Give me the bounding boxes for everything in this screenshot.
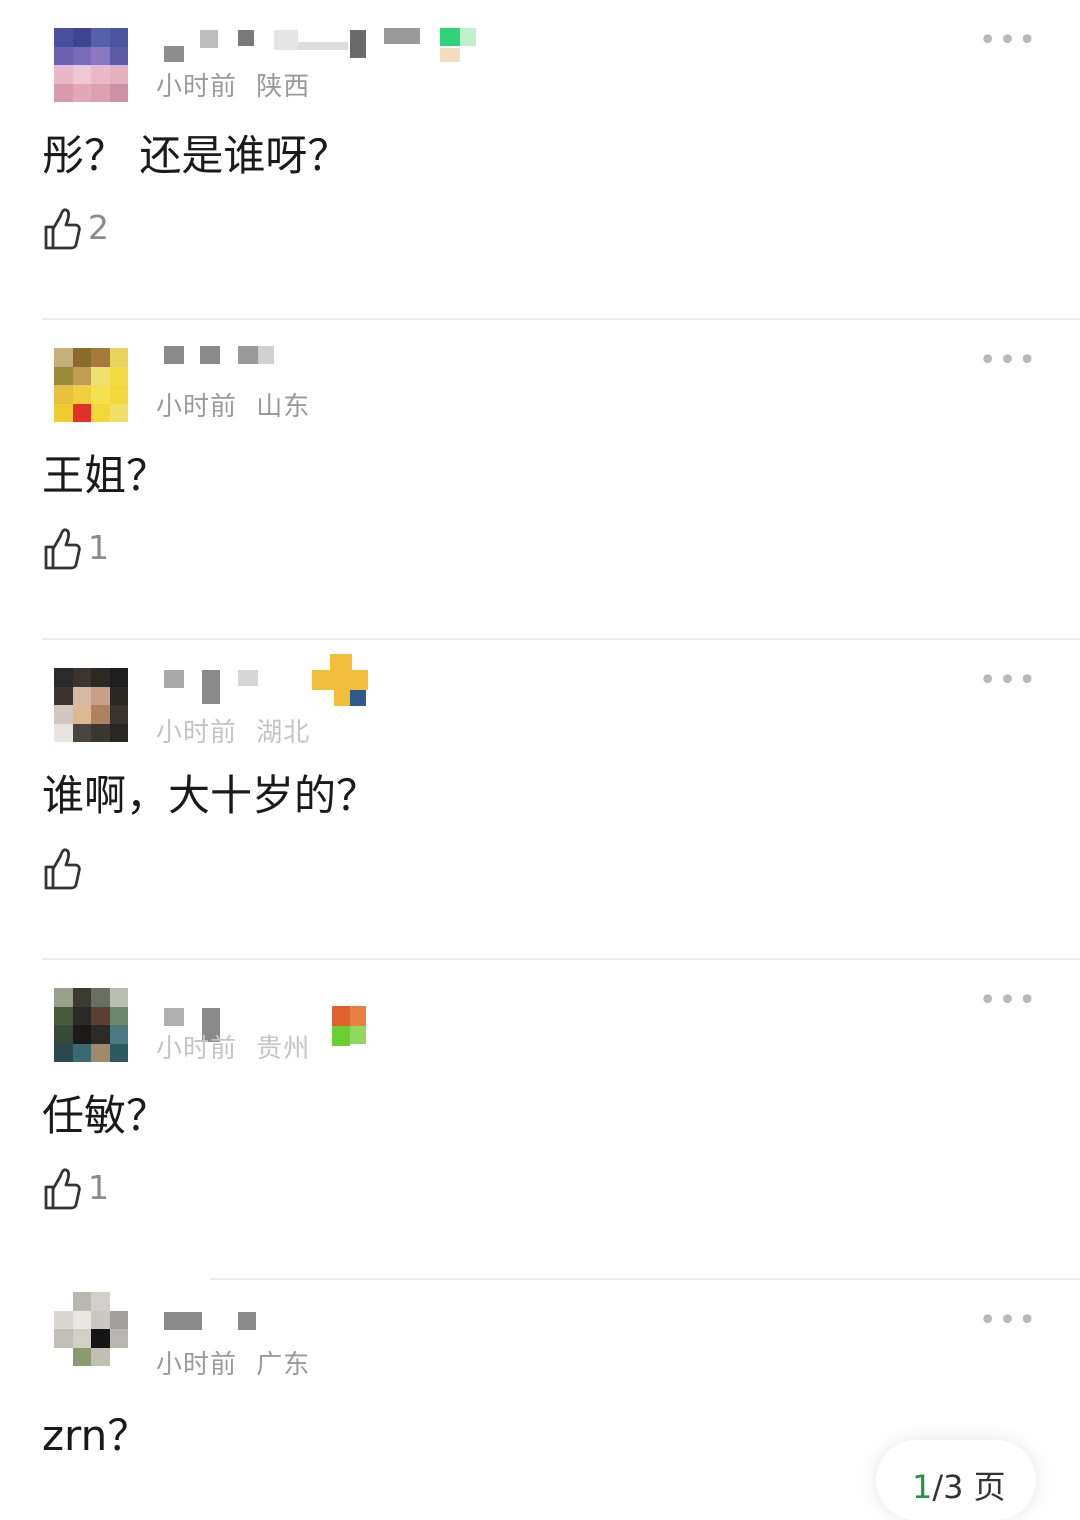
current-page: 1	[912, 1468, 933, 1506]
username-redacted[interactable]	[164, 654, 484, 706]
comment-item: 小时前 湖北 ••• 谁啊，大十岁的？	[0, 640, 1080, 960]
username-redacted[interactable]	[164, 1306, 484, 1346]
like-count: 1	[88, 527, 109, 567]
comment-time: 小时前	[156, 72, 238, 102]
comment-item: 小时前 贵州 ••• 任敏？ 1	[0, 960, 1080, 1280]
avatar[interactable]	[54, 28, 128, 102]
comment-meta: 小时前 湖北	[156, 712, 310, 749]
more-dots-icon[interactable]: •••	[979, 1306, 1038, 1336]
comment-time: 小时前	[156, 1034, 238, 1064]
comment-time: 小时前	[156, 718, 238, 748]
comment-item: 小时前 山东 ••• 王姐？ 1	[0, 320, 1080, 640]
total-pages: /3 页	[932, 1468, 1006, 1506]
comment-location: 陕西	[256, 72, 311, 102]
avatar[interactable]	[54, 1292, 128, 1366]
comment-meta: 小时前 贵州	[156, 1028, 310, 1065]
like-button[interactable]: 1	[42, 1166, 109, 1212]
comment-meta: 小时前 广东	[156, 1344, 310, 1381]
comment-meta: 小时前 陕西	[156, 66, 310, 103]
thumbs-up-icon	[44, 848, 81, 890]
avatar[interactable]	[54, 348, 128, 422]
comment-item: 小时前 陕西 ••• 彤？ 还是谁呀？ 2	[0, 0, 1080, 320]
like-button[interactable]	[42, 846, 88, 892]
comment-text: 王姐？	[42, 451, 169, 500]
more-dots-icon[interactable]: •••	[979, 986, 1038, 1016]
comment-location: 山东	[256, 392, 311, 422]
page-indicator-text: 1/3 页	[912, 1462, 1006, 1508]
username-redacted[interactable]	[164, 986, 484, 1046]
comment-text: zrn？	[42, 1411, 150, 1460]
comment-time: 小时前	[156, 392, 238, 422]
username-redacted[interactable]	[164, 26, 484, 66]
more-dots-icon[interactable]: •••	[979, 346, 1038, 376]
comment-location: 广东	[256, 1350, 311, 1380]
more-dots-icon[interactable]: •••	[979, 26, 1038, 56]
comment-text: 任敏？	[42, 1091, 169, 1140]
comment-location: 贵州	[256, 1034, 311, 1064]
like-count: 2	[88, 207, 109, 247]
comment-text: 彤？ 还是谁呀？	[42, 131, 350, 180]
comment-location: 湖北	[256, 718, 311, 748]
username-redacted[interactable]	[164, 346, 484, 386]
more-dots-icon[interactable]: •••	[979, 666, 1038, 696]
thumbs-up-icon	[44, 1168, 81, 1210]
like-count: 1	[88, 1167, 109, 1207]
avatar[interactable]	[54, 668, 128, 742]
like-button[interactable]: 1	[42, 526, 109, 572]
thumbs-up-icon	[44, 528, 81, 570]
comment-time: 小时前	[156, 1350, 238, 1380]
thumbs-up-icon	[44, 208, 81, 250]
avatar[interactable]	[54, 988, 128, 1062]
like-button[interactable]: 2	[42, 206, 109, 252]
page-indicator[interactable]: 1/3 页	[876, 1440, 1036, 1520]
comment-meta: 小时前 山东	[156, 386, 310, 423]
comment-text: 谁啊，大十岁的？	[42, 771, 379, 820]
